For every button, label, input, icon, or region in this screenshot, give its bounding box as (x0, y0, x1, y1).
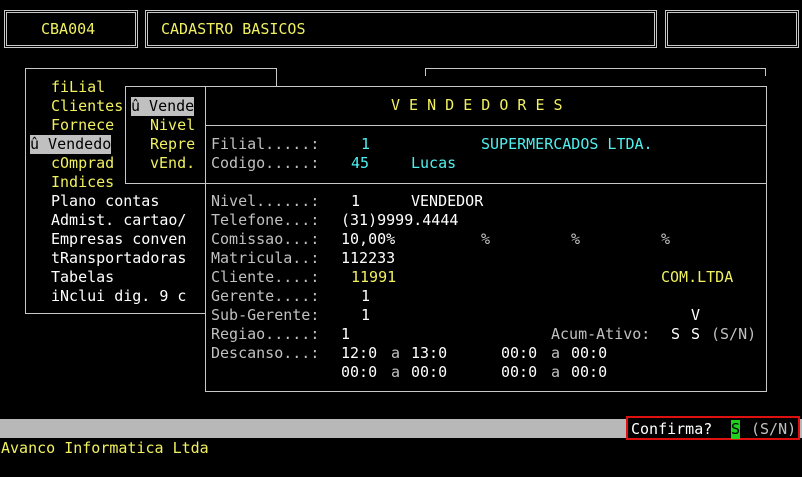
confirm-hint: (S/N) (751, 420, 797, 438)
matricula-value[interactable]: 112233 (341, 249, 395, 268)
right-box (665, 10, 799, 48)
acum-ativo-value-1[interactable]: S (671, 325, 680, 344)
submenu-item-vendedores[interactable]: û Vende (131, 97, 195, 116)
confirm-input[interactable]: S (731, 420, 741, 439)
descanso-3-a: a (391, 363, 401, 381)
descanso-label: Descanso...: (211, 344, 320, 362)
confirm-label: Confirma? (631, 420, 713, 438)
menu-item-fornecedores[interactable]: Fornece (51, 116, 114, 135)
codigo-label: Codigo.....: (211, 154, 320, 172)
sub-menu: û Vende Nivel Repre vEnd. (125, 86, 215, 184)
cliente-label: Cliente....: (211, 268, 320, 286)
title-divider (206, 125, 766, 126)
gerente-label: Gerente....: (211, 287, 320, 305)
menu-item-filial[interactable]: fiLial (51, 78, 105, 97)
subgerente-flag[interactable]: V (691, 306, 700, 325)
descanso-2-to[interactable]: 00:0 (571, 344, 607, 363)
submenu-item-representantes[interactable]: Repre (150, 135, 195, 154)
telefone-label: Telefone...: (211, 211, 320, 229)
acum-ativo-value-2[interactable]: S (691, 325, 700, 344)
codigo-name: Lucas (411, 154, 457, 172)
comissao-pct-3[interactable]: % (661, 230, 670, 249)
menu-item-inclui-dig[interactable]: iNclui dig. 9 c (51, 287, 186, 306)
menu-item-compradores[interactable]: cOmprad (51, 154, 114, 173)
descanso-3-to[interactable]: 00:0 (411, 363, 447, 382)
comissao-pct-1[interactable]: % (481, 230, 490, 249)
nivel-name: VENDEDOR (411, 192, 484, 210)
descanso-1-from[interactable]: 12:0 (341, 344, 377, 363)
descanso-2-from[interactable]: 00:0 (501, 344, 537, 363)
subgerente-label: Sub-Gerente: (211, 306, 320, 324)
nivel-label: Nivel......: (211, 192, 320, 210)
descanso-1-to[interactable]: 13:0 (411, 344, 447, 363)
filial-label: Filial.....: (211, 135, 320, 153)
menu-item-transportadoras[interactable]: tRansportadoras (51, 249, 186, 268)
gerente-value[interactable]: 1 (361, 287, 370, 306)
filial-value[interactable]: 1 (361, 135, 370, 154)
menu-item-clientes[interactable]: Clientes (51, 97, 123, 116)
cliente-name: COM.LTDA (661, 268, 734, 286)
menu-item-plano-contas[interactable]: Plano contas (51, 192, 159, 211)
descanso-1-a: a (391, 344, 401, 362)
screen-title: CADASTRO BASICOS (161, 20, 306, 38)
menu-item-empresas-conven[interactable]: Empresas conven (51, 230, 186, 249)
regiao-label: Regiao.....: (211, 325, 320, 343)
cliente-value[interactable]: 11991 (351, 268, 396, 287)
comissao-pct-2[interactable]: % (571, 230, 580, 249)
program-code: CBA004 (41, 20, 96, 38)
descanso-4-to[interactable]: 00:0 (571, 363, 607, 382)
codigo-value[interactable]: 45 (351, 154, 369, 173)
menu-item-admist-cartao[interactable]: Admist. cartao/ (51, 211, 186, 230)
subgerente-value[interactable]: 1 (361, 306, 370, 325)
acum-ativo-label: Acum-Ativo: (551, 325, 651, 343)
menu-item-vendedores[interactable]: û Vendedo (30, 135, 112, 154)
menu-item-tabelas[interactable]: Tabelas (51, 268, 114, 287)
descanso-4-a: a (551, 363, 561, 381)
submenu-item-nivel[interactable]: Nivel (150, 116, 195, 135)
nivel-value[interactable]: 1 (351, 192, 360, 211)
right-frame-top (425, 68, 766, 76)
filial-name: SUPERMERCADOS LTDA. (481, 135, 653, 153)
comissao-label: Comissao...: (211, 230, 320, 248)
header-divider (206, 183, 766, 184)
submenu-item-vend[interactable]: vEnd. (150, 154, 195, 173)
descanso-2-a: a (551, 344, 561, 362)
regiao-value[interactable]: 1 (341, 325, 350, 344)
footer-company: Avanco Informatica Ltda (1, 439, 209, 457)
descanso-3-from[interactable]: 00:0 (341, 363, 377, 382)
menu-item-indices[interactable]: Indices (51, 173, 114, 192)
acum-ativo-hint: (S/N) (711, 325, 757, 343)
telefone-value[interactable]: (31)9999.4444 (341, 211, 458, 230)
matricula-label: Matricula..: (211, 249, 320, 267)
comissao-value[interactable]: 10,00% (341, 230, 395, 249)
descanso-4-from[interactable]: 00:0 (501, 363, 537, 382)
form-title: V E N D E D O R E S (391, 96, 563, 114)
